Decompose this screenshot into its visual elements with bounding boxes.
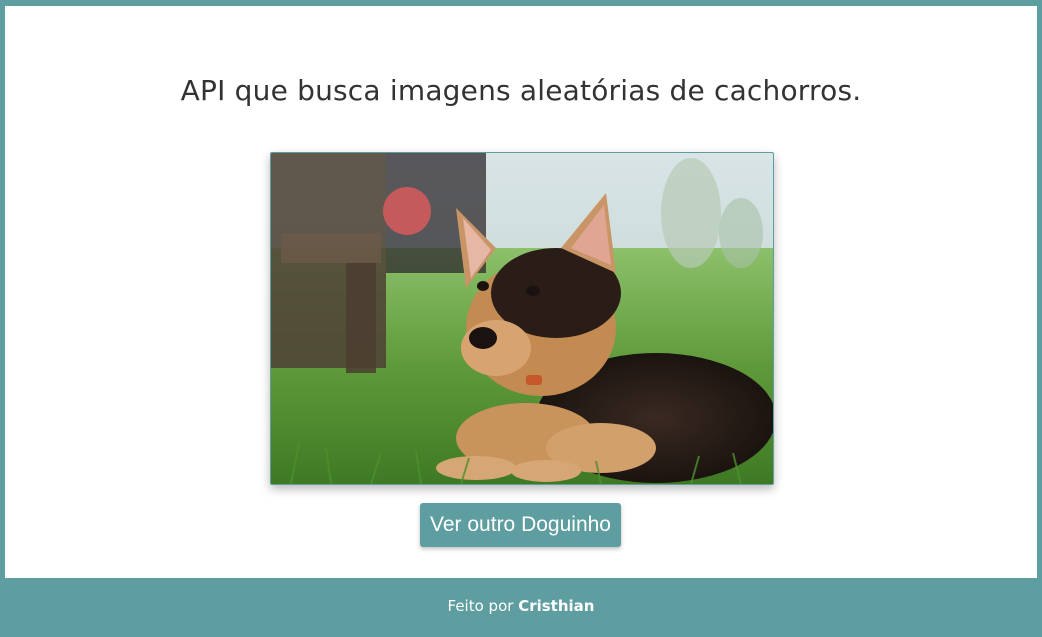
footer-prefix: Feito por (447, 597, 514, 615)
main-card: API que busca imagens aleatórias de cach… (5, 6, 1037, 578)
footer: Feito por Cristhian (0, 578, 1042, 637)
next-dog-button[interactable]: Ver outro Doguinho (420, 503, 621, 547)
dog-photo-illustration (271, 153, 773, 484)
footer-author: Cristhian (518, 597, 595, 615)
page-title: API que busca imagens aleatórias de cach… (180, 74, 862, 107)
dog-image (270, 152, 774, 485)
